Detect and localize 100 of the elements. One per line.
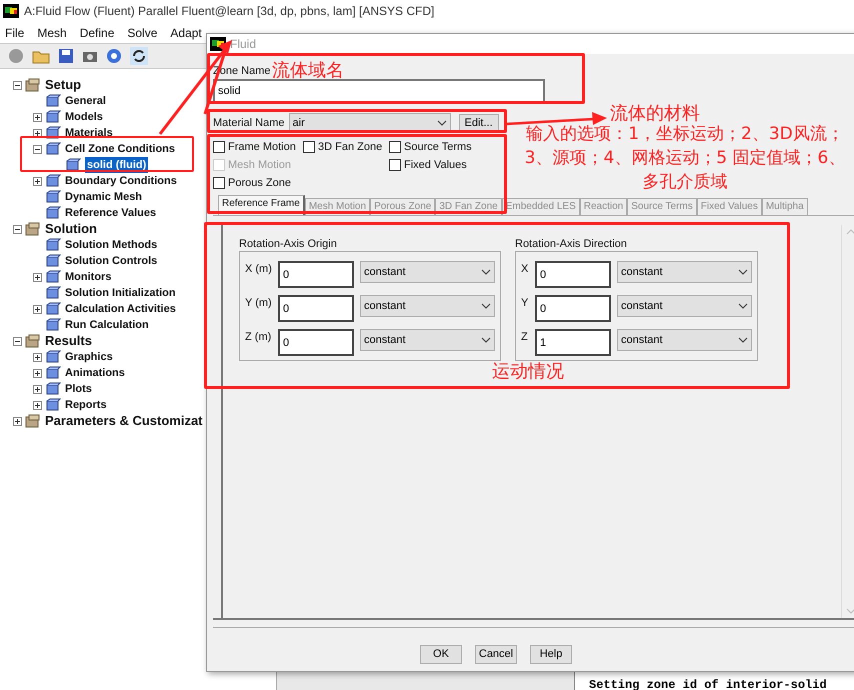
value-field[interactable]: 1: [535, 329, 611, 356]
folder-cube-icon: [25, 222, 41, 236]
folder-cube-icon: [25, 78, 41, 92]
dropdown-caret-icon: [481, 269, 491, 275]
tree-item[interactable]: Calculation Activities: [65, 300, 176, 318]
dropdown-caret-icon: [481, 337, 491, 343]
tree-item[interactable]: Solution: [45, 219, 97, 239]
collapse-toggle-icon[interactable]: [13, 224, 22, 234]
expand-toggle-icon[interactable]: [13, 416, 22, 426]
method-dropdown[interactable]: constant: [617, 329, 752, 351]
expand-toggle-icon[interactable]: [33, 352, 42, 362]
axis-label: X (m): [245, 262, 273, 277]
save-icon[interactable]: [58, 48, 74, 64]
tree-node-icon: [65, 158, 81, 172]
help-icon[interactable]: [106, 48, 122, 64]
expand-toggle-icon[interactable]: [33, 128, 42, 138]
value-field[interactable]: 0: [278, 295, 354, 322]
folder-cube-icon: [25, 334, 41, 348]
tree-item[interactable]: Results: [45, 331, 92, 351]
menu-item[interactable]: Solve: [127, 24, 158, 42]
tree-node-icon: [45, 254, 61, 268]
tree-item[interactable]: Animations: [65, 364, 125, 382]
dialog-button[interactable]: Cancel: [475, 645, 517, 664]
checkbox-label: Mesh Motion: [228, 158, 291, 173]
annotation-text: 运动情况: [492, 360, 564, 384]
tree-item[interactable]: Run Calculation: [65, 316, 149, 334]
dialog-title: Fluid: [230, 36, 256, 53]
annotation-text: 流体的材料: [610, 102, 700, 125]
checkbox[interactable]: [213, 177, 225, 189]
expand-toggle-icon[interactable]: [33, 368, 42, 378]
tree-node-icon: [45, 206, 61, 220]
tree-node-icon: [45, 94, 61, 108]
dropdown-caret-icon: [738, 303, 748, 309]
axis-label: Y: [521, 296, 530, 311]
menu-item[interactable]: Adapt: [170, 24, 202, 42]
tree-item[interactable]: Reference Values: [65, 204, 156, 222]
tree-item[interactable]: Solution Initialization: [65, 284, 176, 302]
refresh-icon[interactable]: [130, 47, 148, 65]
tree-item[interactable]: Boundary Conditions: [65, 172, 177, 190]
checkbox-label: 3D Fan Zone: [318, 140, 382, 155]
zone-name-field[interactable]: solid: [213, 79, 545, 103]
expand-toggle-icon[interactable]: [33, 112, 42, 122]
value-field[interactable]: 0: [535, 295, 611, 322]
tree-item[interactable]: Parameters & Customizat: [45, 411, 202, 431]
method-dropdown[interactable]: constant: [360, 261, 495, 283]
tree-item[interactable]: Setup: [45, 75, 82, 95]
tree-node-icon: [45, 382, 61, 396]
axis-label: Z: [521, 330, 529, 345]
expand-toggle-icon[interactable]: [33, 384, 42, 394]
collapse-toggle-icon[interactable]: [33, 144, 42, 154]
expand-toggle-icon[interactable]: [33, 176, 42, 186]
value-field[interactable]: 0: [535, 261, 611, 288]
method-dropdown[interactable]: constant: [617, 295, 752, 317]
collapse-toggle-icon[interactable]: [13, 80, 22, 90]
value-field[interactable]: 0: [278, 329, 354, 356]
tree-item[interactable]: Graphics: [65, 348, 113, 366]
tree-item[interactable]: Dynamic Mesh: [65, 188, 142, 206]
tree-item[interactable]: Solution Controls: [65, 252, 158, 270]
axis-label: X: [521, 262, 530, 277]
app-logo-icon: [3, 4, 19, 18]
method-dropdown[interactable]: constant: [360, 295, 495, 317]
checkbox[interactable]: [389, 159, 401, 171]
group-title: Rotation-Axis Origin: [239, 237, 338, 251]
menu-item[interactable]: Define: [80, 24, 114, 42]
tree-item[interactable]: Plots: [65, 380, 92, 398]
value-field[interactable]: 0: [278, 261, 354, 288]
edit-button[interactable]: Edit...: [458, 114, 499, 132]
dialog-button[interactable]: OK: [420, 645, 462, 664]
checkbox[interactable]: [303, 141, 315, 153]
method-dropdown[interactable]: constant: [617, 261, 752, 283]
tree-item[interactable]: Models: [65, 108, 103, 126]
expand-toggle-icon[interactable]: [33, 272, 42, 282]
tree-node-icon: [45, 302, 61, 316]
tree-node-icon: [45, 238, 61, 252]
tree-node-icon: [45, 174, 61, 188]
expand-toggle-icon[interactable]: [33, 304, 42, 314]
menu-item[interactable]: File: [5, 24, 24, 42]
dropdown-caret-icon: [738, 269, 748, 275]
tree-item[interactable]: Cell Zone Conditions: [65, 140, 175, 158]
collapse-toggle-icon[interactable]: [13, 336, 22, 346]
checkbox-label: Fixed Values: [404, 158, 467, 173]
tree-item[interactable]: General: [65, 92, 106, 110]
tree-item[interactable]: Reports: [65, 396, 107, 414]
dropdown-caret-icon: [436, 120, 447, 126]
method-dropdown[interactable]: constant: [360, 329, 495, 351]
tree-item[interactable]: Monitors: [65, 268, 112, 286]
checkbox[interactable]: [389, 141, 401, 153]
checkbox-label: Porous Zone: [228, 176, 291, 191]
dialog-button[interactable]: Help: [530, 645, 572, 664]
annotation-text: 输入的选项：1，坐标运动；2、3D风流；3、源项；4、网格运动；5 固定值域；6、多孔介质域: [524, 123, 846, 194]
menu-item[interactable]: Mesh: [37, 24, 67, 42]
tree-node-icon: [45, 318, 61, 332]
checkbox[interactable]: [213, 141, 225, 153]
expand-toggle-icon[interactable]: [33, 400, 42, 410]
material-name-label: Material Name: [213, 116, 285, 131]
axis-label: Z (m): [245, 330, 272, 345]
tree-item[interactable]: Materials: [65, 124, 113, 142]
checkbox-label: Source Terms: [404, 140, 472, 155]
tree-node-icon: [45, 190, 61, 204]
tree-item[interactable]: Solution Methods: [65, 236, 158, 254]
